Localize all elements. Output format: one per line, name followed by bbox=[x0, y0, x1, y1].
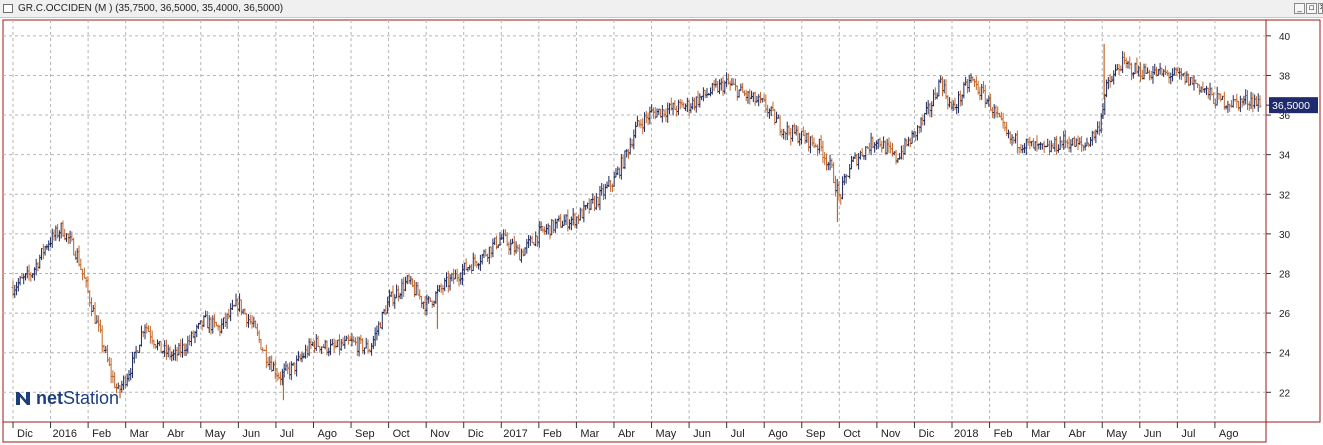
x-tick-label: Jul bbox=[1181, 428, 1195, 440]
x-tick-label: Oct bbox=[843, 428, 860, 440]
x-tick-label: Jun bbox=[242, 428, 260, 440]
x-tick-label: Ago bbox=[317, 428, 337, 440]
netstation-logo-icon bbox=[16, 392, 30, 405]
y-tick-label: 40 bbox=[1279, 32, 1291, 43]
y-tick-label: 28 bbox=[1279, 269, 1291, 280]
x-tick-label: Dic bbox=[17, 428, 33, 440]
logo-text-station: Station bbox=[63, 387, 120, 408]
x-tick-label: Sep bbox=[806, 428, 826, 440]
plot-frame bbox=[2, 19, 1267, 423]
x-tick-label: Nov bbox=[881, 428, 901, 440]
x-tick-label: Feb bbox=[543, 428, 562, 440]
x-tick-label: Abr bbox=[167, 428, 184, 440]
x-tick-label: Sep bbox=[355, 428, 375, 440]
x-tick-label: Mar bbox=[580, 428, 599, 440]
x-tick-label: Mar bbox=[130, 428, 149, 440]
close-button[interactable]: ✕ bbox=[1318, 3, 1323, 14]
x-tick-label: Jun bbox=[693, 428, 711, 440]
x-tick-label: May bbox=[1106, 428, 1127, 440]
y-tick-label: 24 bbox=[1279, 349, 1291, 360]
x-tick-label: Jul bbox=[731, 428, 745, 440]
netstation-logo: netStation bbox=[14, 386, 119, 410]
x-tick-label: Jul bbox=[280, 428, 294, 440]
restore-button[interactable]: ▫ bbox=[1306, 3, 1317, 14]
x-tick-label: Jun bbox=[1144, 428, 1162, 440]
x-tick-label: 2018 bbox=[954, 428, 978, 440]
window-title: GR.C.OCCIDEN (M ) (35,7500, 36,5000, 35,… bbox=[18, 3, 284, 14]
x-tick-label: Ago bbox=[768, 428, 788, 440]
minimize-button[interactable]: _ bbox=[1294, 3, 1305, 14]
logo-text-net: net bbox=[36, 387, 63, 408]
window-titlebar: GR.C.OCCIDEN (M ) (35,7500, 36,5000, 35,… bbox=[0, 0, 1323, 18]
x-tick-label: Feb bbox=[92, 428, 111, 440]
x-tick-label: Dic bbox=[468, 428, 484, 440]
y-tick-label: 34 bbox=[1279, 151, 1291, 162]
x-tick-label: Dic bbox=[918, 428, 934, 440]
y-tick-label: 30 bbox=[1279, 230, 1291, 241]
x-tick-label: 2017 bbox=[503, 428, 527, 440]
window-icon bbox=[3, 4, 13, 13]
x-tick-label: May bbox=[656, 428, 677, 440]
x-tick-label: Abr bbox=[1069, 428, 1086, 440]
price-chart[interactable]: 22242628303234363840Dic 2016 Feb Mar Abr May J… bbox=[0, 18, 1323, 445]
x-tick-label: Ago bbox=[1219, 428, 1239, 440]
last-price-label: 36,5000 bbox=[1272, 100, 1310, 112]
x-tick-label: Mar bbox=[1031, 428, 1050, 440]
x-tick-label: Oct bbox=[393, 428, 410, 440]
y-tick-label: 26 bbox=[1279, 309, 1291, 320]
x-tick-label: Feb bbox=[994, 428, 1013, 440]
x-tick-label: May bbox=[205, 428, 226, 440]
x-tick-label: Abr bbox=[618, 428, 635, 440]
x-tick-label: 2016 bbox=[53, 428, 77, 440]
y-tick-label: 32 bbox=[1279, 190, 1291, 201]
y-tick-label: 22 bbox=[1279, 388, 1291, 399]
x-tick-label: Nov bbox=[430, 428, 450, 440]
y-tick-label: 38 bbox=[1279, 71, 1291, 82]
y-axis-panel bbox=[1265, 19, 1321, 423]
